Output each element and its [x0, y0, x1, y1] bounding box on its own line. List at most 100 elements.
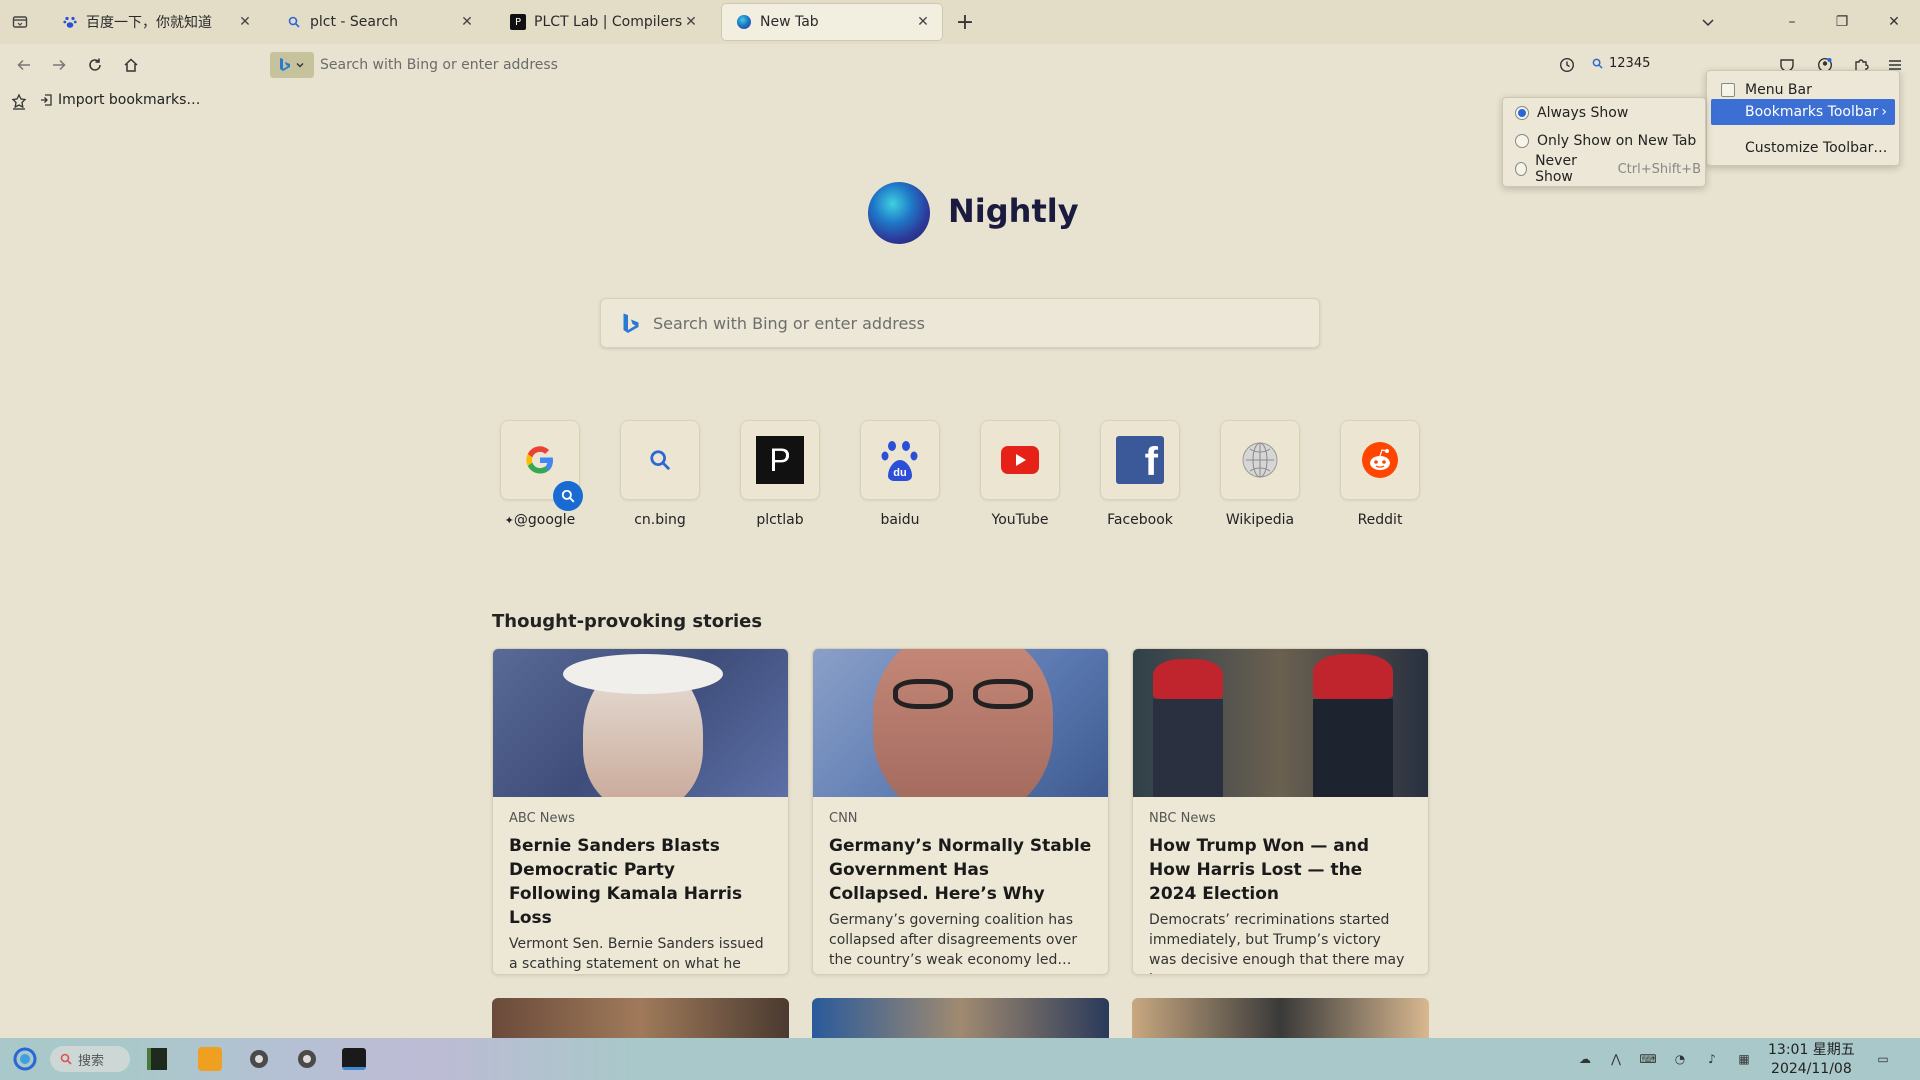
- search-engine-button[interactable]: [270, 52, 314, 78]
- forward-arrow-icon: [53, 59, 66, 71]
- taskbar-app-terminal[interactable]: [341, 1046, 367, 1072]
- terminal-icon: [342, 1048, 366, 1070]
- back-button[interactable]: [11, 52, 37, 78]
- search-placeholder: Search with Bing or enter address: [653, 314, 925, 333]
- tab-list-icon: [12, 16, 28, 28]
- chevron-down-icon: [1702, 19, 1714, 27]
- plctlab-icon: P: [756, 436, 804, 484]
- menu-item-always-show[interactable]: Always Show: [1505, 100, 1701, 126]
- taskbar-clock[interactable]: 13:01 星期五 2024/11/08: [1768, 1041, 1855, 1079]
- tray-wifi-icon[interactable]: ◔: [1671, 1050, 1689, 1068]
- shortcut-title-text: @google: [513, 512, 576, 528]
- shortcut-title: Reddit: [1357, 512, 1403, 528]
- shortcut-tile: [1220, 420, 1300, 500]
- menu-item-never-show[interactable]: Never Show Ctrl+Shift+B: [1505, 153, 1701, 185]
- nightly-logo: [868, 182, 930, 244]
- shortcut-google[interactable]: ✦@google: [490, 420, 590, 528]
- shortcut-wikipedia[interactable]: Wikipedia: [1210, 420, 1310, 528]
- shortcut-youtube[interactable]: YouTube: [970, 420, 1070, 528]
- story-card[interactable]: NBC News How Trump Won — and How Harris …: [1132, 648, 1429, 975]
- search-term-chip[interactable]: 12345: [1592, 56, 1650, 71]
- taskbar-app-settings-2[interactable]: [294, 1046, 320, 1072]
- notification-icon[interactable]: ▭: [1874, 1050, 1892, 1068]
- search-icon: [286, 14, 302, 30]
- tray-volume-icon[interactable]: ♪: [1703, 1050, 1721, 1068]
- close-tab-icon[interactable]: ✕: [914, 13, 932, 31]
- tray-input-method-icon[interactable]: ▦: [1735, 1050, 1753, 1068]
- close-tab-icon[interactable]: ✕: [236, 13, 254, 31]
- shortcut-reddit[interactable]: Reddit: [1330, 420, 1430, 528]
- bookmarks-library-icon[interactable]: [10, 93, 28, 111]
- svg-text:du: du: [893, 467, 906, 479]
- import-bookmarks-button[interactable]: Import bookmarks…: [40, 92, 200, 108]
- tray-keyboard-icon[interactable]: ⌨: [1639, 1050, 1657, 1068]
- menu-item-only-show-on-new-tab[interactable]: Only Show on New Tab: [1505, 128, 1701, 154]
- tab-plct-search[interactable]: plct - Search ✕: [272, 4, 486, 40]
- start-menu-button[interactable]: [12, 1046, 38, 1072]
- bookmarks-toolbar-submenu: Always Show Only Show on New Tab Never S…: [1502, 97, 1706, 187]
- story-card-partial[interactable]: [492, 998, 789, 1038]
- menu-item-bookmarks-toolbar[interactable]: Bookmarks Toolbar ›: [1711, 99, 1895, 125]
- history-button[interactable]: [1554, 52, 1580, 78]
- tray-weather-icon[interactable]: ☁: [1576, 1050, 1594, 1068]
- menu-item-label: Never Show: [1535, 153, 1577, 185]
- story-headline: Germany’s Normally Stable Government Has…: [829, 836, 1092, 904]
- shortcut-cn-bing[interactable]: cn.bing: [610, 420, 710, 528]
- checkbox: [1721, 83, 1735, 97]
- search-icon: [60, 1053, 72, 1065]
- bing-icon: [623, 313, 639, 333]
- import-bookmarks-label: Import bookmarks…: [58, 92, 201, 108]
- story-excerpt: Vermont Sen. Bernie Sanders issued a sca…: [509, 936, 764, 972]
- tray-network-icon[interactable]: ⋀: [1607, 1050, 1625, 1068]
- taskbar-app-files[interactable]: [144, 1046, 170, 1072]
- start-logo-icon: [13, 1047, 37, 1071]
- newtab-search-box[interactable]: Search with Bing or enter address: [600, 298, 1320, 348]
- taskbar-app-orange[interactable]: [197, 1046, 223, 1072]
- new-tab-button[interactable]: +: [953, 10, 977, 35]
- shortcut-tile: [980, 420, 1060, 500]
- home-icon: [124, 58, 138, 72]
- tab-label: plct - Search: [310, 14, 399, 30]
- back-arrow-icon: [17, 59, 30, 71]
- shortcut-facebook[interactable]: f Facebook: [1090, 420, 1190, 528]
- minimize-button[interactable]: –: [1778, 8, 1806, 36]
- story-card[interactable]: CNN Germany’s Normally Stable Government…: [812, 648, 1109, 975]
- close-tab-icon[interactable]: ✕: [458, 13, 476, 31]
- list-all-tabs-button[interactable]: [1694, 8, 1722, 36]
- close-window-button[interactable]: ✕: [1880, 8, 1908, 36]
- story-card[interactable]: ABC News Bernie Sanders Blasts Democrati…: [492, 648, 789, 975]
- home-button[interactable]: [118, 52, 144, 78]
- tab-plct-lab[interactable]: P PLCT Lab | Compilers, Runt ✕: [496, 4, 710, 40]
- taskbar-search[interactable]: 搜索: [50, 1046, 130, 1072]
- menu-item-label: Bookmarks Toolbar: [1745, 104, 1879, 120]
- story-card-partial[interactable]: [812, 998, 1109, 1038]
- shortcut-title: baidu: [880, 512, 920, 528]
- shortcut-baidu[interactable]: du baidu: [850, 420, 950, 528]
- restore-button[interactable]: ❐: [1828, 8, 1856, 36]
- tab-list-button[interactable]: [8, 10, 32, 34]
- reload-button[interactable]: [82, 52, 108, 78]
- clock-icon: [1559, 57, 1575, 73]
- shortcut-plctlab[interactable]: P plctlab: [730, 420, 830, 528]
- youtube-icon: [1001, 446, 1039, 474]
- shortcut-tile: [1340, 420, 1420, 500]
- forward-button[interactable]: [46, 52, 72, 78]
- story-card-partial[interactable]: [1132, 998, 1429, 1038]
- taskbar-search-label: 搜索: [78, 1053, 105, 1069]
- search-icon: [650, 450, 671, 471]
- tab-strip: 百度一下，你就知道 ✕ plct - Search ✕ P PLCT Lab |…: [0, 0, 1920, 44]
- url-bar-input[interactable]: Search with Bing or enter address: [320, 57, 558, 73]
- shortcut-title: YouTube: [991, 512, 1049, 528]
- close-tab-icon[interactable]: ✕: [682, 13, 700, 31]
- tab-baidu[interactable]: 百度一下，你就知道 ✕: [48, 4, 264, 40]
- folder-icon: [147, 1048, 167, 1070]
- wikipedia-globe-icon: [1242, 442, 1278, 478]
- menu-item-customize-toolbar[interactable]: Customize Toolbar…: [1711, 135, 1895, 161]
- bing-icon: [280, 58, 290, 71]
- shortcut-title: ✦@google: [490, 512, 590, 528]
- story-source: ABC News: [509, 811, 575, 826]
- taskbar-app-settings[interactable]: [246, 1046, 272, 1072]
- radio-selected: [1515, 106, 1529, 120]
- tab-new-tab[interactable]: New Tab ✕: [722, 4, 942, 40]
- reload-icon: [89, 58, 101, 71]
